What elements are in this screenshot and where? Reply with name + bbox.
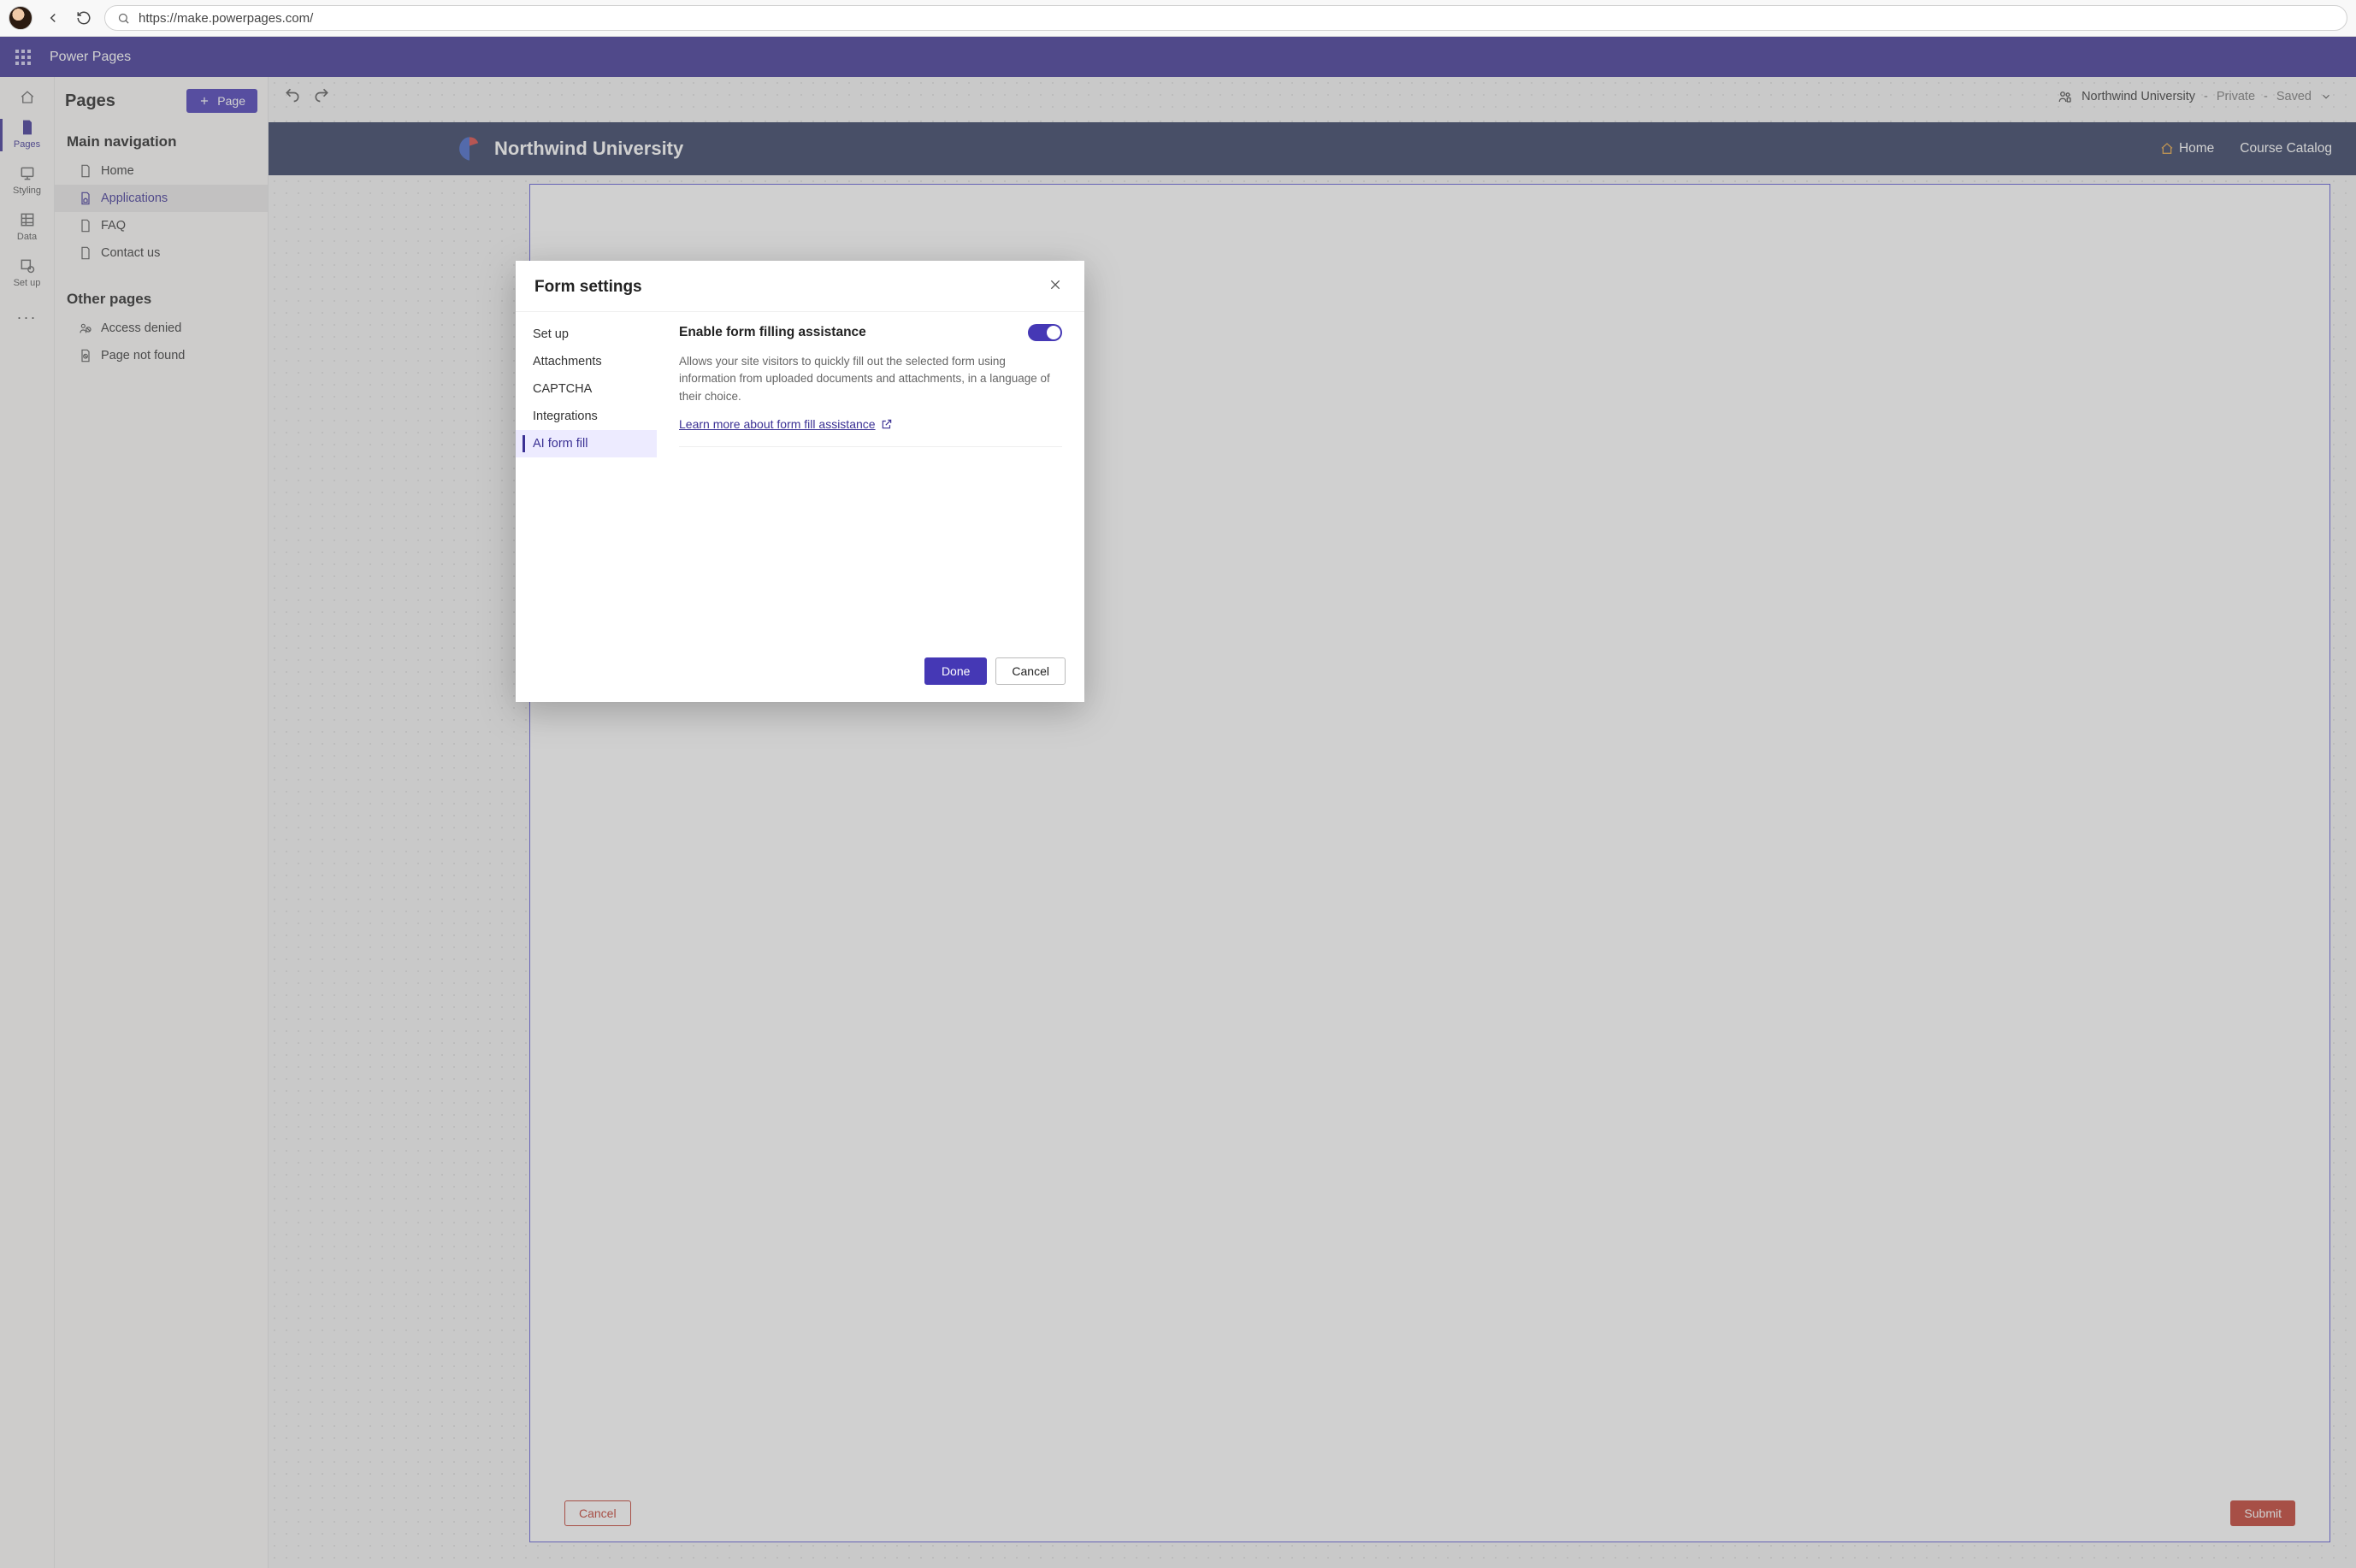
profile-avatar[interactable]	[9, 6, 32, 30]
dialog-nav-setup[interactable]: Set up	[516, 321, 657, 348]
form-settings-dialog: Form settings Set up Attachments CAPTCHA…	[516, 261, 1084, 702]
dialog-nav-attachments[interactable]: Attachments	[516, 348, 657, 375]
search-icon	[117, 12, 130, 25]
modal-scrim	[0, 37, 2356, 1568]
enable-form-fill-toggle[interactable]	[1028, 324, 1062, 341]
dialog-title: Form settings	[534, 278, 642, 297]
dialog-content: Enable form filling assistance Allows yo…	[657, 312, 1084, 645]
dialog-nav-captcha[interactable]: CAPTCHA	[516, 375, 657, 403]
external-link-icon	[881, 418, 893, 430]
browser-bar: https://make.powerpages.com/	[0, 0, 2356, 37]
dialog-close-button[interactable]	[1045, 274, 1066, 299]
dialog-cancel-button[interactable]: Cancel	[995, 657, 1066, 685]
close-icon	[1048, 278, 1062, 292]
dialog-nav-integrations[interactable]: Integrations	[516, 403, 657, 430]
learn-more-label: Learn more about form fill assistance	[679, 417, 876, 431]
toggle-description: Allows your site visitors to quickly fil…	[679, 353, 1062, 405]
address-bar[interactable]: https://make.powerpages.com/	[104, 5, 2347, 31]
back-button[interactable]	[43, 8, 63, 28]
refresh-button[interactable]	[74, 8, 94, 28]
url-text: https://make.powerpages.com/	[139, 11, 313, 26]
dialog-done-button[interactable]: Done	[924, 657, 987, 685]
dialog-nav-ai-form-fill[interactable]: AI form fill	[516, 430, 657, 457]
dialog-nav: Set up Attachments CAPTCHA Integrations …	[516, 312, 657, 645]
toggle-label: Enable form filling assistance	[679, 325, 866, 340]
learn-more-link[interactable]: Learn more about form fill assistance	[679, 417, 893, 431]
